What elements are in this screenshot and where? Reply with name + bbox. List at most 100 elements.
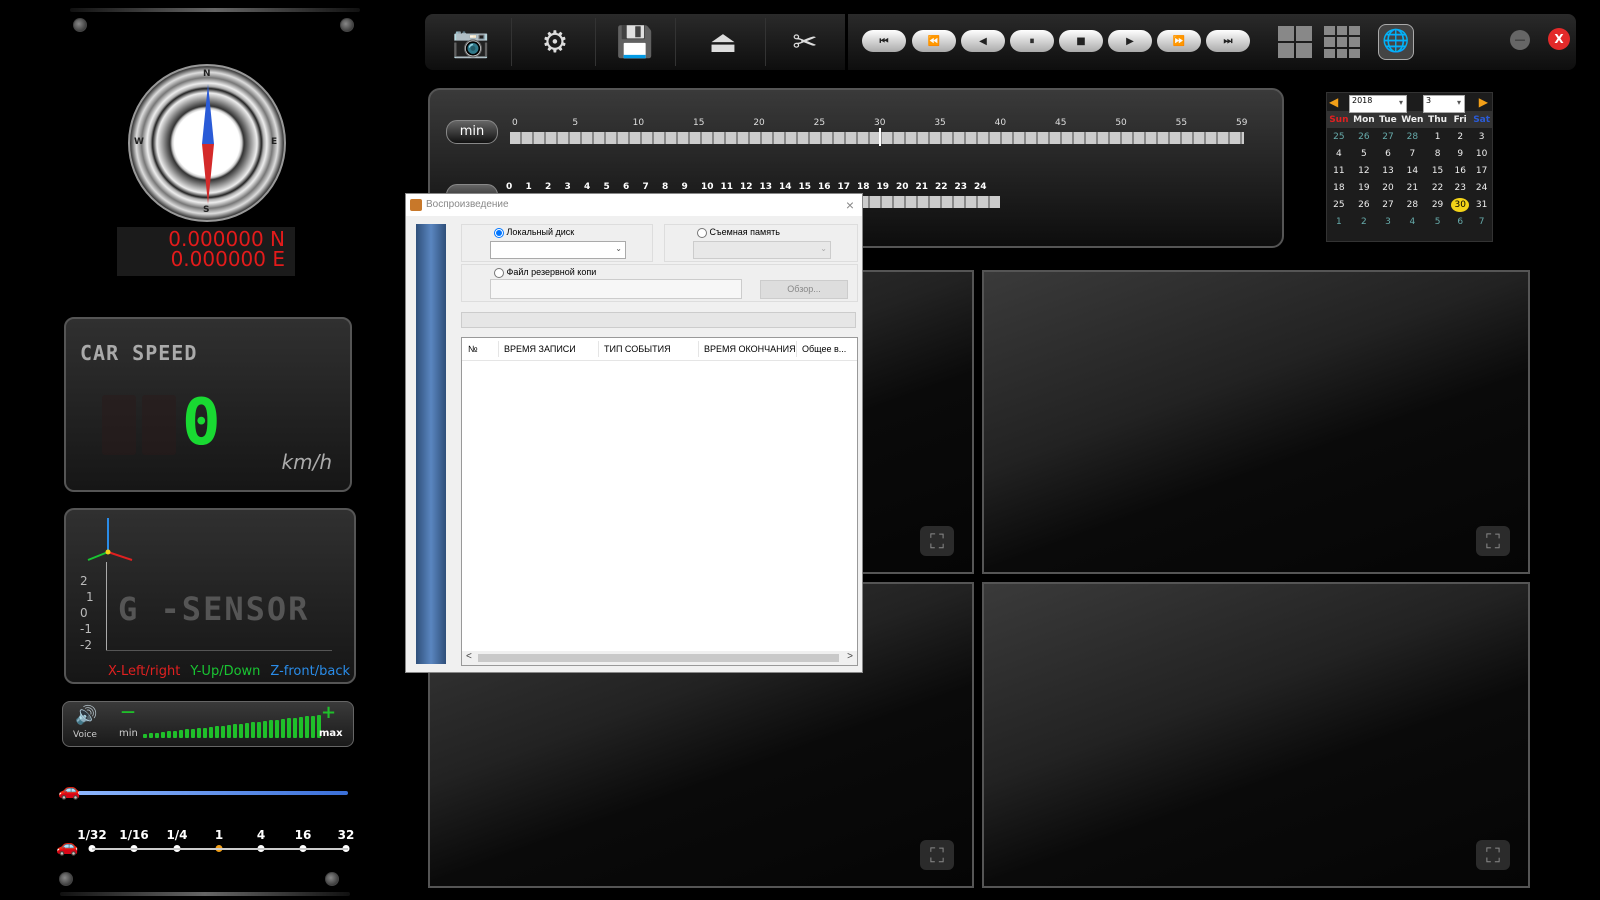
last-button[interactable]: ⏭ (1206, 30, 1250, 52)
speed-label[interactable]: 4 (257, 828, 265, 842)
volume-bar[interactable] (203, 727, 207, 738)
fullscreen-icon[interactable]: ⛶ (1476, 840, 1510, 870)
volume-bar[interactable] (305, 716, 309, 738)
speed-label[interactable]: 32 (338, 828, 355, 842)
calendar-day[interactable]: 24 (1471, 179, 1492, 196)
volume-bar[interactable] (251, 722, 255, 738)
speed-label[interactable]: 1 (215, 828, 223, 842)
minute-track[interactable] (510, 132, 1244, 144)
volume-minus-button[interactable]: — (121, 704, 135, 720)
scroll-right-icon[interactable]: > (847, 651, 853, 662)
settings-icon[interactable]: ⚙ (519, 20, 591, 64)
play-button[interactable]: ▶ (1108, 30, 1152, 52)
calendar-day[interactable]: 15 (1426, 162, 1449, 179)
volume-bar[interactable] (185, 729, 189, 738)
volume-bar[interactable] (143, 734, 147, 738)
volume-control[interactable]: 🔊 Voice — min + max (62, 701, 354, 747)
year-select[interactable]: 2018 ▾ (1349, 95, 1407, 113)
browse-button[interactable]: Обзор... (760, 280, 848, 299)
volume-bar[interactable] (263, 721, 267, 738)
removable-radio[interactable]: Съемная память (697, 227, 780, 238)
calendar-day[interactable]: 18 (1327, 179, 1351, 196)
volume-bar[interactable] (221, 725, 225, 738)
layout-4-icon[interactable] (1278, 26, 1312, 58)
tools-icon[interactable]: ✂ (769, 20, 841, 64)
min-button[interactable]: min (446, 120, 498, 144)
backup-file-radio[interactable]: Файл резервной копи (494, 267, 596, 278)
calendar-day[interactable]: 11 (1327, 162, 1351, 179)
dialog-close-icon[interactable]: × (846, 194, 854, 216)
calendar-day[interactable]: 30 (1449, 196, 1471, 213)
calendar-day[interactable]: 26 (1351, 128, 1377, 145)
calendar-day[interactable]: 1 (1426, 128, 1449, 145)
speed-label[interactable]: 1/4 (166, 828, 187, 842)
step-back-button[interactable]: ◀ (961, 30, 1005, 52)
progress-track[interactable] (70, 791, 348, 795)
local-disk-select[interactable]: ⌄ (490, 241, 626, 259)
pause-button[interactable]: ⏸ (1010, 30, 1054, 52)
calendar-day[interactable]: 8 (1426, 145, 1449, 162)
prev-month-icon[interactable]: ◀ (1329, 95, 1338, 109)
calendar-day[interactable]: 23 (1449, 179, 1471, 196)
calendar-day[interactable]: 29 (1426, 196, 1449, 213)
calendar-day[interactable]: 19 (1351, 179, 1377, 196)
speed-track[interactable] (92, 848, 348, 850)
calendar-day[interactable]: 28 (1399, 196, 1426, 213)
calendar-day[interactable]: 14 (1399, 162, 1426, 179)
calendar-day[interactable]: 10 (1471, 145, 1492, 162)
calendar-day[interactable]: 4 (1327, 145, 1351, 162)
calendar-day[interactable]: 7 (1471, 213, 1492, 230)
first-button[interactable]: ⏮ (862, 30, 906, 52)
volume-bar[interactable] (155, 732, 159, 738)
column-number[interactable]: № (468, 344, 478, 354)
volume-bar[interactable] (281, 719, 285, 738)
volume-bar[interactable] (239, 723, 243, 738)
month-select[interactable]: 3 ▾ (1423, 95, 1465, 113)
column-total[interactable]: Общее в... (802, 344, 846, 354)
progress-car-icon[interactable]: 🚗 (58, 780, 80, 801)
calendar-day[interactable]: 3 (1377, 213, 1399, 230)
scroll-left-icon[interactable]: < (466, 651, 472, 662)
volume-bar[interactable] (179, 730, 183, 738)
close-button[interactable]: X (1548, 28, 1570, 50)
save-icon[interactable]: 💾 (599, 20, 671, 64)
volume-bar[interactable] (191, 728, 195, 738)
volume-bar[interactable] (197, 728, 201, 738)
column-record-time[interactable]: ВРЕМЯ ЗАПИСИ (504, 344, 576, 354)
calendar-day[interactable]: 6 (1449, 213, 1471, 230)
calendar-day[interactable]: 27 (1377, 128, 1399, 145)
calendar-day[interactable]: 26 (1351, 196, 1377, 213)
calendar-day[interactable]: 27 (1377, 196, 1399, 213)
speed-label[interactable]: 16 (295, 828, 312, 842)
local-disk-radio[interactable]: Локальный диск (494, 227, 574, 238)
speed-label[interactable]: 1/32 (77, 828, 106, 842)
volume-bar[interactable] (245, 722, 249, 738)
video-cell-4[interactable]: ⛶ (982, 582, 1530, 888)
selected-day[interactable]: 30 (1451, 197, 1470, 212)
calendar-day[interactable]: 5 (1426, 213, 1449, 230)
calendar-day[interactable]: 2 (1449, 128, 1471, 145)
volume-bar[interactable] (269, 720, 273, 738)
eject-icon[interactable]: ⏏ (687, 20, 759, 64)
calendar-day[interactable]: 16 (1449, 162, 1471, 179)
calendar-day[interactable]: 31 (1471, 196, 1492, 213)
calendar-day[interactable]: 13 (1377, 162, 1399, 179)
volume-bar[interactable] (257, 721, 261, 738)
removable-radio-input[interactable] (697, 227, 707, 238)
volume-bar[interactable] (293, 717, 297, 738)
volume-bar[interactable] (233, 724, 237, 738)
calendar-day[interactable]: 28 (1399, 128, 1426, 145)
speed-label[interactable]: 1/16 (119, 828, 148, 842)
calendar-day[interactable]: 2 (1351, 213, 1377, 230)
local-disk-radio-input[interactable] (494, 227, 504, 238)
backup-file-path-input[interactable] (490, 279, 742, 299)
fullscreen-icon[interactable]: ⛶ (1476, 526, 1510, 556)
calendar-day[interactable]: 21 (1399, 179, 1426, 196)
camera-icon[interactable]: 📷 (435, 20, 507, 64)
volume-bar[interactable] (215, 726, 219, 738)
column-event-type[interactable]: ТИП СОБЫТИЯ (604, 344, 671, 354)
fullscreen-icon[interactable]: ⛶ (920, 526, 954, 556)
minimize-button[interactable]: — (1510, 30, 1530, 50)
next-month-icon[interactable]: ▶ (1479, 95, 1488, 109)
record-list[interactable]: № ВРЕМЯ ЗАПИСИ ТИП СОБЫТИЯ ВРЕМЯ ОКОНЧАН… (461, 337, 858, 666)
